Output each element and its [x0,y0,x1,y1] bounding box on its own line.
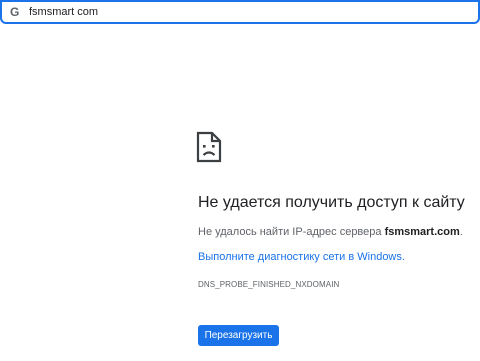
reload-button[interactable]: Перезагрузить [198,325,279,346]
subtitle-suffix: . [459,226,463,238]
error-code: DNS_PROBE_FINISHED_NXDOMAIN [198,280,340,289]
address-bar-text[interactable]: fsmsmart com [29,6,98,18]
windows-diagnostics-link[interactable]: Выполните диагностику сети в Windows. [198,251,405,263]
sad-page-icon [196,131,222,163]
address-bar[interactable]: G fsmsmart com [0,0,480,24]
subtitle-host: fsmsmart.com [384,226,460,238]
subtitle-prefix: Не удалось найти IP-адрес сервера [198,226,385,238]
error-title: Не удается получить доступ к сайту [198,194,465,211]
error-subtitle: Не удалось найти IP-адрес сервера fsmsma… [198,226,463,238]
google-g-icon: G [10,5,20,19]
